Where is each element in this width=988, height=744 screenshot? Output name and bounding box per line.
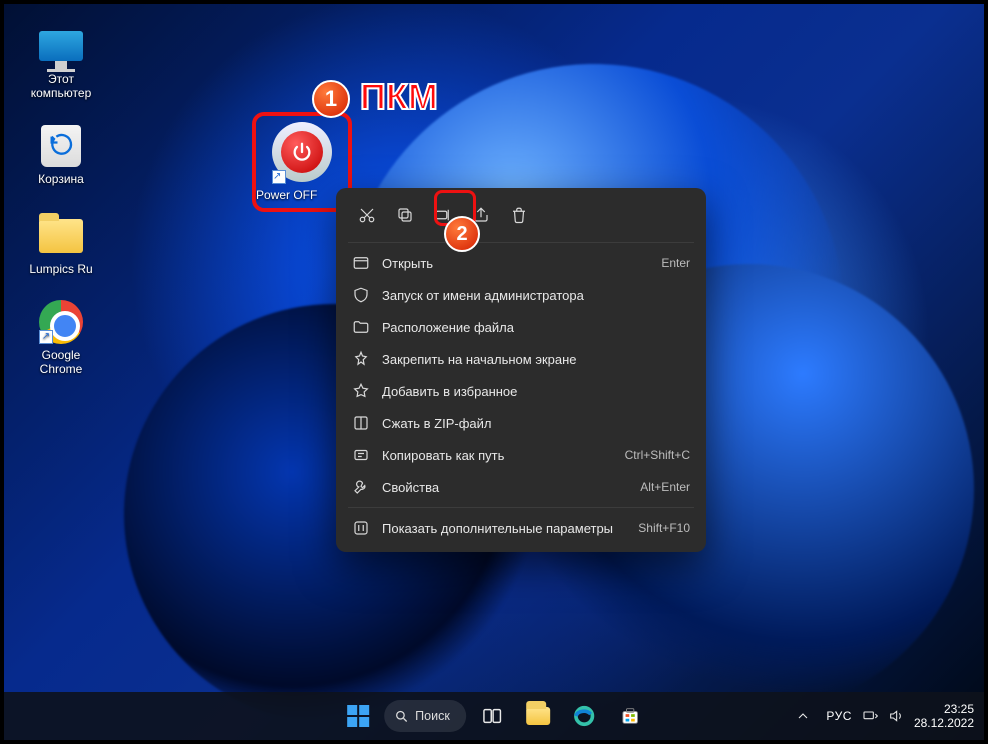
- desktop-icon-this-pc[interactable]: Этот компьютер: [20, 24, 102, 100]
- context-menu: Открыть Enter Запуск от имени администра…: [336, 188, 706, 552]
- chevron-up-icon: [795, 708, 811, 724]
- windows-logo-icon: [347, 705, 369, 727]
- desktop-label: Power OFF: [256, 188, 317, 202]
- tray-overflow-button[interactable]: [790, 703, 816, 729]
- desktop-icon-chrome[interactable]: ↗ Google Chrome: [20, 300, 102, 376]
- file-explorer-icon: [526, 707, 550, 725]
- power-icon: [281, 131, 323, 173]
- more-icon: [352, 519, 370, 537]
- menu-item-properties[interactable]: Свойства Alt+Enter: [342, 471, 700, 503]
- start-button[interactable]: [338, 696, 378, 736]
- desktop-label: Google Chrome: [20, 348, 102, 376]
- search-icon: [394, 709, 409, 724]
- open-icon: [352, 254, 370, 272]
- annotation-label-pkm: ПКМ: [360, 76, 438, 118]
- desktop-label: Lumpics Ru: [20, 262, 102, 276]
- taskview-button[interactable]: [472, 696, 512, 736]
- menu-label: Свойства: [382, 480, 628, 495]
- clock-date: 28.12.2022: [914, 716, 974, 730]
- shortcut-arrow-icon: ↗: [39, 330, 53, 344]
- menu-shortcut: Enter: [661, 256, 690, 270]
- desktop-label: Корзина: [20, 172, 102, 186]
- star-icon: [352, 382, 370, 400]
- copy-path-icon: [352, 446, 370, 464]
- copy-button[interactable]: [388, 200, 422, 230]
- taskbar-search[interactable]: Поиск: [384, 700, 466, 732]
- taskbar-clock[interactable]: 23:25 28.12.2022: [914, 702, 974, 730]
- shortcut-arrow-icon: ↗: [272, 170, 286, 184]
- menu-shortcut: Ctrl+Shift+C: [625, 448, 690, 462]
- desktop-icon-recycle-bin[interactable]: Корзина: [20, 124, 102, 186]
- folder-open-icon: [352, 318, 370, 336]
- annotation-badge-1: 1: [312, 80, 350, 118]
- volume-icon[interactable]: [888, 708, 904, 724]
- monitor-icon: [39, 31, 83, 61]
- menu-item-copy-path[interactable]: Копировать как путь Ctrl+Shift+C: [342, 439, 700, 471]
- shield-icon: [352, 286, 370, 304]
- menu-label: Добавить в избранное: [382, 384, 690, 399]
- edge-icon: [573, 705, 595, 727]
- zip-icon: [352, 414, 370, 432]
- cut-button[interactable]: [350, 200, 384, 230]
- menu-item-favorite[interactable]: Добавить в избранное: [342, 375, 700, 407]
- desktop-label: Этот компьютер: [20, 72, 102, 100]
- recycle-bin-icon: [41, 125, 81, 167]
- clock-time: 23:25: [914, 702, 974, 716]
- menu-item-file-location[interactable]: Расположение файла: [342, 311, 700, 343]
- desktop-icon-folder[interactable]: Lumpics Ru: [20, 214, 102, 276]
- menu-label: Закрепить на начальном экране: [382, 352, 690, 367]
- menu-label: Копировать как путь: [382, 448, 613, 463]
- menu-item-show-more[interactable]: Показать дополнительные параметры Shift+…: [342, 512, 700, 544]
- taskbar: Поиск РУС 23:25 28.12.2022: [4, 692, 984, 740]
- taskbar-app-explorer[interactable]: [518, 696, 558, 736]
- pin-icon: [352, 350, 370, 368]
- menu-item-run-as-admin[interactable]: Запуск от имени администратора: [342, 279, 700, 311]
- menu-item-pin-start[interactable]: Закрепить на начальном экране: [342, 343, 700, 375]
- menu-item-zip[interactable]: Сжать в ZIP-файл: [342, 407, 700, 439]
- annotation-badge-2: 2: [444, 216, 480, 252]
- language-indicator[interactable]: РУС: [826, 709, 852, 723]
- wrench-icon: [352, 478, 370, 496]
- folder-icon: [39, 219, 83, 253]
- search-placeholder: Поиск: [415, 709, 450, 723]
- menu-label: Открыть: [382, 256, 649, 271]
- delete-button[interactable]: [502, 200, 536, 230]
- menu-shortcut: Alt+Enter: [640, 480, 690, 494]
- menu-label: Запуск от имени администратора: [382, 288, 690, 303]
- taskbar-app-store[interactable]: [610, 696, 650, 736]
- context-menu-top-row: [342, 196, 700, 238]
- menu-label: Сжать в ZIP-файл: [382, 416, 690, 431]
- menu-label: Показать дополнительные параметры: [382, 521, 626, 536]
- menu-item-open[interactable]: Открыть Enter: [342, 247, 700, 279]
- menu-shortcut: Shift+F10: [638, 521, 690, 535]
- network-icon[interactable]: [862, 708, 878, 724]
- taskbar-app-edge[interactable]: [564, 696, 604, 736]
- store-icon: [619, 705, 641, 727]
- menu-label: Расположение файла: [382, 320, 690, 335]
